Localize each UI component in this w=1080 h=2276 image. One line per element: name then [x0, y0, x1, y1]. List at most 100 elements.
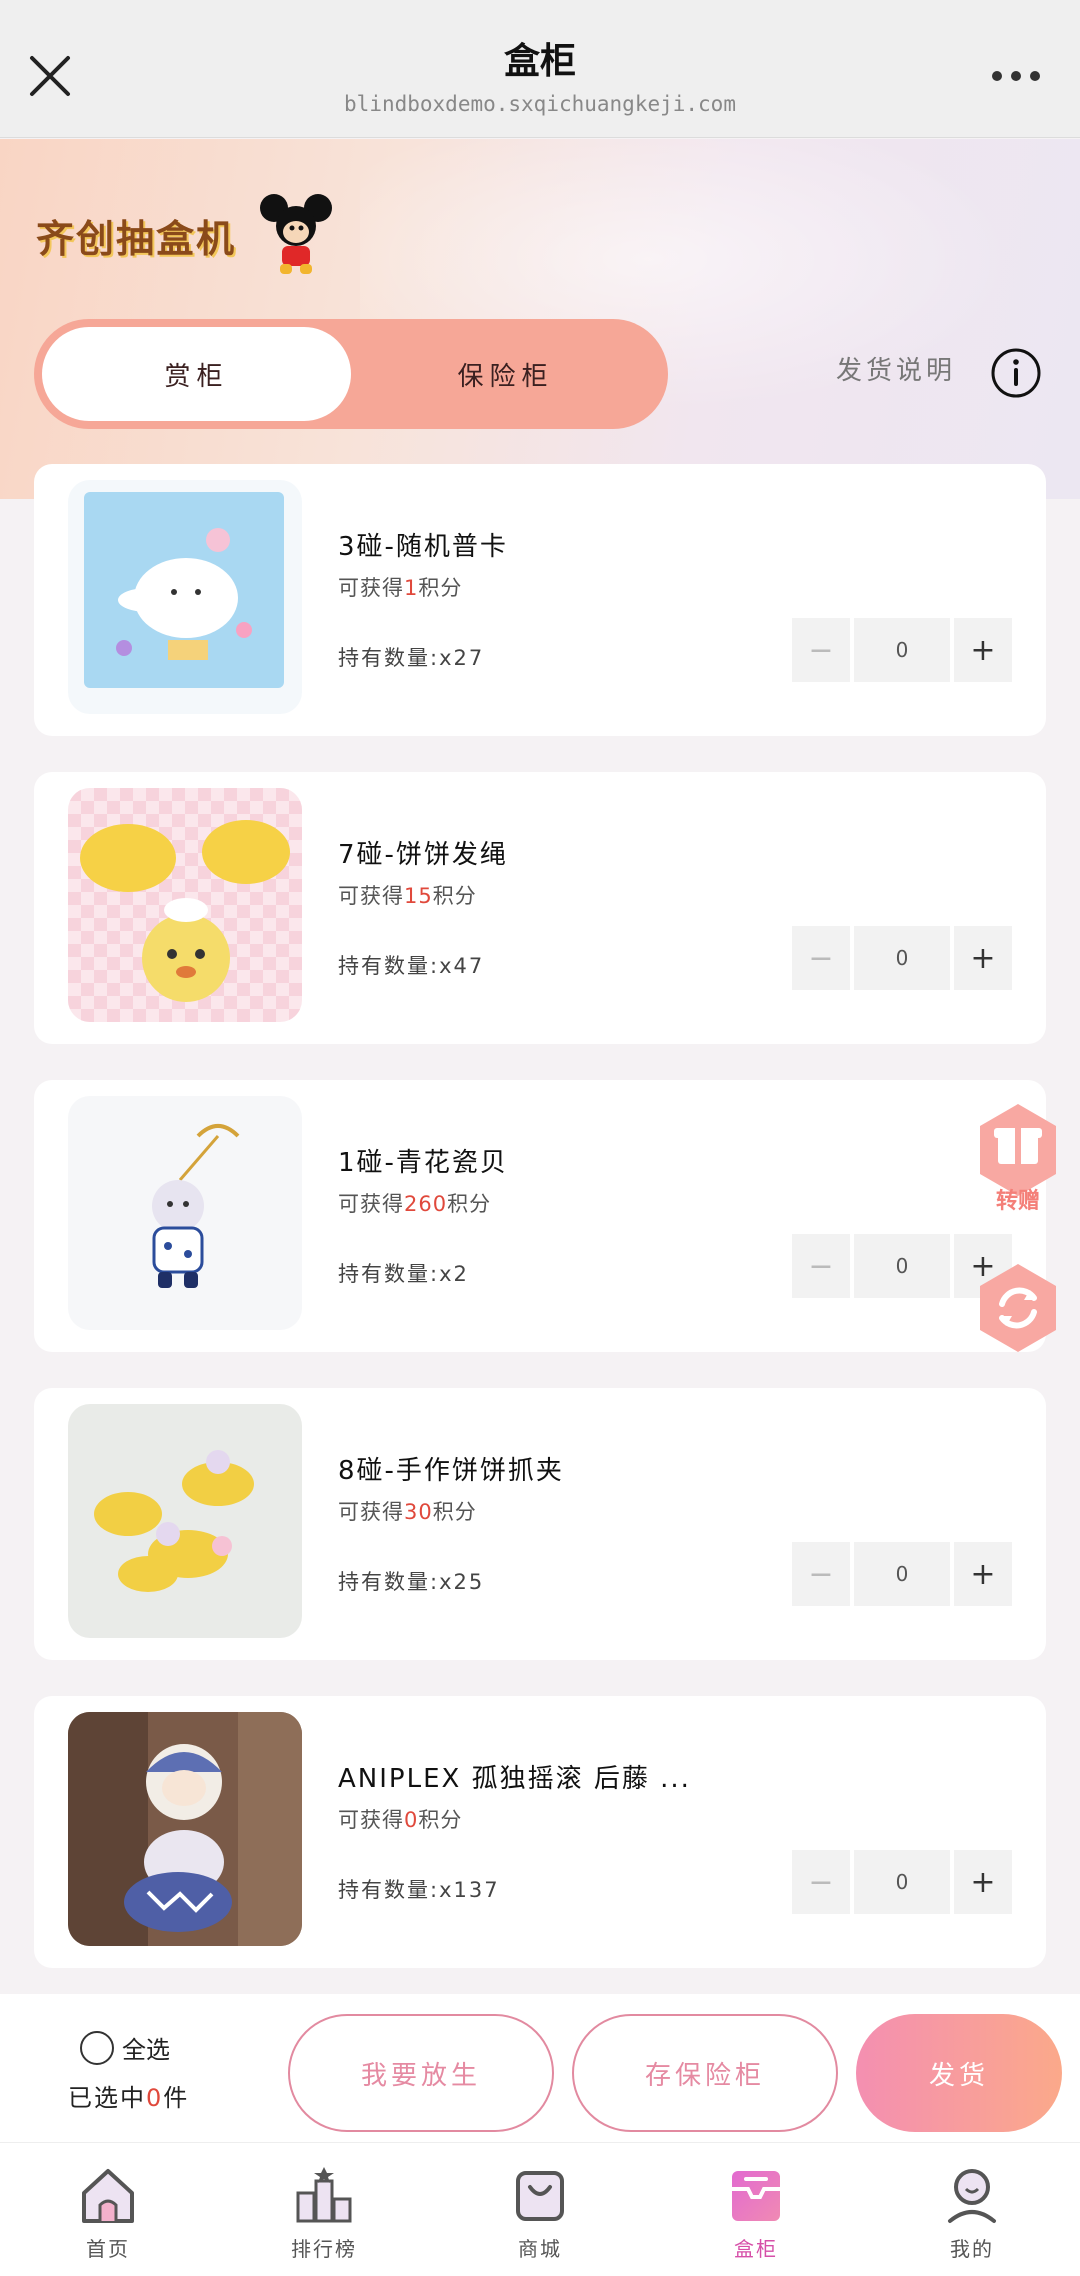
points-prefix: 可获得 [338, 1808, 404, 1832]
quantity-value[interactable]: 0 [854, 1234, 950, 1298]
info-icon[interactable] [990, 347, 1042, 399]
item-points: 可获得260积分 [338, 1188, 491, 1218]
selected-count-value: 0 [146, 2084, 164, 2112]
points-suffix: 积分 [418, 1808, 463, 1832]
item-name: 7碰-饼饼发绳 [338, 840, 508, 870]
decrement-button[interactable]: − [792, 1542, 850, 1606]
bottom-tab-bar: 首页 排行榜 商城 盒柜 我的 [0, 2142, 1080, 2276]
points-value: 260 [404, 1192, 448, 1216]
item-thumbnail [68, 1712, 302, 1946]
tab-shop[interactable]: 商城 [432, 2143, 648, 2276]
quantity-value[interactable]: 0 [854, 1542, 950, 1606]
decrement-button[interactable]: − [792, 926, 850, 990]
tab-safe-cabinet[interactable]: 保险柜 [351, 327, 660, 421]
mascot-icon [260, 194, 333, 274]
quantity-value[interactable]: 0 [854, 926, 950, 990]
quantity-value[interactable]: 0 [854, 618, 950, 682]
decrement-button[interactable]: − [792, 1234, 850, 1298]
bottom-action-bar: 全选 已选中0件 我要放生 存保险柜 发货 [0, 1994, 1080, 2142]
item-owned-count: 持有数量:x137 [338, 1878, 500, 1902]
points-suffix: 积分 [432, 1500, 477, 1524]
item-name: ANIPLEX 孤独摇滚 后藤 ... [338, 1764, 691, 1794]
top-navigation-bar: 盒柜 blindboxdemo.sxqichuangkeji.com [0, 0, 1080, 138]
cabinet-tabs: 赏柜 保险柜 [34, 319, 668, 429]
tab-label: 排行榜 [291, 2237, 357, 2261]
increment-button[interactable]: + [954, 1542, 1012, 1606]
item-owned-count: 持有数量:x25 [338, 1570, 485, 1594]
list-item: 8碰-手作饼饼抓夹 可获得30积分 持有数量:x25 − 0 + [34, 1388, 1046, 1660]
profile-icon [948, 2169, 996, 2223]
tab-home[interactable]: 首页 [0, 2143, 216, 2276]
tab-reward-cabinet[interactable]: 赏柜 [42, 327, 351, 421]
tab-label: 首页 [86, 2237, 130, 2261]
item-thumbnail [68, 1404, 302, 1638]
decrement-button[interactable]: − [792, 1850, 850, 1914]
item-thumbnail [68, 788, 302, 1022]
list-item: 1碰-青花瓷贝 可获得260积分 持有数量:x2 − 0 + [34, 1080, 1046, 1352]
points-value: 30 [404, 1500, 433, 1524]
points-suffix: 积分 [418, 576, 463, 600]
brand-logo: 齐创抽盒机 [36, 190, 342, 280]
tab-ranking[interactable]: 排行榜 [216, 2143, 432, 2276]
item-owned-count: 持有数量:x47 [338, 954, 485, 978]
quantity-value[interactable]: 0 [854, 1850, 950, 1914]
ranking-icon [296, 2167, 352, 2223]
selected-count: 已选中0件 [68, 2078, 189, 2113]
item-points: 可获得1积分 [338, 572, 462, 602]
points-prefix: 可获得 [338, 1500, 404, 1524]
gift-transfer-label: 转赠 [996, 1188, 1040, 1212]
box-cabinet-icon [732, 2171, 780, 2221]
decrement-button[interactable]: − [792, 618, 850, 682]
increment-button[interactable]: + [954, 1850, 1012, 1914]
tab-label: 盒柜 [734, 2237, 778, 2261]
shipping-info-link[interactable]: 发货说明 [836, 350, 956, 387]
gift-transfer-button[interactable]: 转赠 [972, 1100, 1064, 1214]
refresh-icon[interactable] [972, 1262, 1064, 1354]
brand-logo-text: 齐创抽盒机 [36, 216, 237, 261]
page-url: blindboxdemo.sxqichuangkeji.com [344, 92, 736, 116]
item-points: 可获得0积分 [338, 1804, 462, 1834]
selected-suffix: 件 [163, 2084, 190, 2112]
tab-box-cabinet[interactable]: 盒柜 [648, 2143, 864, 2276]
quantity-stepper: − 0 + [792, 1542, 1012, 1606]
selected-prefix: 已选中 [68, 2084, 146, 2112]
points-value: 0 [404, 1808, 419, 1832]
points-prefix: 可获得 [338, 1192, 404, 1216]
select-all-checkbox[interactable]: 全选 [80, 2030, 170, 2065]
ship-button[interactable]: 发货 [856, 2014, 1062, 2132]
item-points: 可获得15积分 [338, 880, 477, 910]
points-suffix: 积分 [447, 1192, 492, 1216]
page-title: 盒柜 [503, 41, 576, 82]
release-button[interactable]: 我要放生 [288, 2014, 554, 2132]
list-item: ANIPLEX 孤独摇滚 后藤 ... 可获得0积分 持有数量:x137 − 0… [34, 1696, 1046, 1968]
list-item: 3碰-随机普卡 可获得1积分 持有数量:x27 − 0 + [34, 464, 1046, 736]
item-owned-count: 持有数量:x2 [338, 1262, 469, 1286]
points-prefix: 可获得 [338, 884, 404, 908]
increment-button[interactable]: + [954, 618, 1012, 682]
item-points: 可获得30积分 [338, 1496, 477, 1526]
store-safe-button[interactable]: 存保险柜 [572, 2014, 838, 2132]
list-item: 7碰-饼饼发绳 可获得15积分 持有数量:x47 − 0 + [34, 772, 1046, 1044]
shop-bag-icon [516, 2171, 564, 2221]
item-thumbnail [68, 480, 302, 714]
tab-profile[interactable]: 我的 [864, 2143, 1080, 2276]
more-options-icon[interactable] [992, 64, 1040, 88]
points-prefix: 可获得 [338, 576, 404, 600]
home-icon [82, 2169, 134, 2223]
item-thumbnail [68, 1096, 302, 1330]
item-name: 1碰-青花瓷贝 [338, 1148, 508, 1178]
tab-label: 我的 [950, 2237, 994, 2261]
item-name: 8碰-手作饼饼抓夹 [338, 1456, 564, 1486]
select-all-label: 全选 [122, 2036, 170, 2064]
quantity-stepper: − 0 + [792, 1850, 1012, 1914]
tab-label: 商城 [518, 2237, 562, 2261]
item-list: 3碰-随机普卡 可获得1积分 持有数量:x27 − 0 + 7碰-饼饼发绳 可获… [34, 464, 1046, 2004]
points-value: 15 [404, 884, 433, 908]
radio-circle-icon [80, 2030, 114, 2065]
quantity-stepper: − 0 + [792, 618, 1012, 682]
quantity-stepper: − 0 + [792, 926, 1012, 990]
points-value: 1 [404, 576, 419, 600]
points-suffix: 积分 [432, 884, 477, 908]
increment-button[interactable]: + [954, 926, 1012, 990]
item-name: 3碰-随机普卡 [338, 532, 508, 562]
